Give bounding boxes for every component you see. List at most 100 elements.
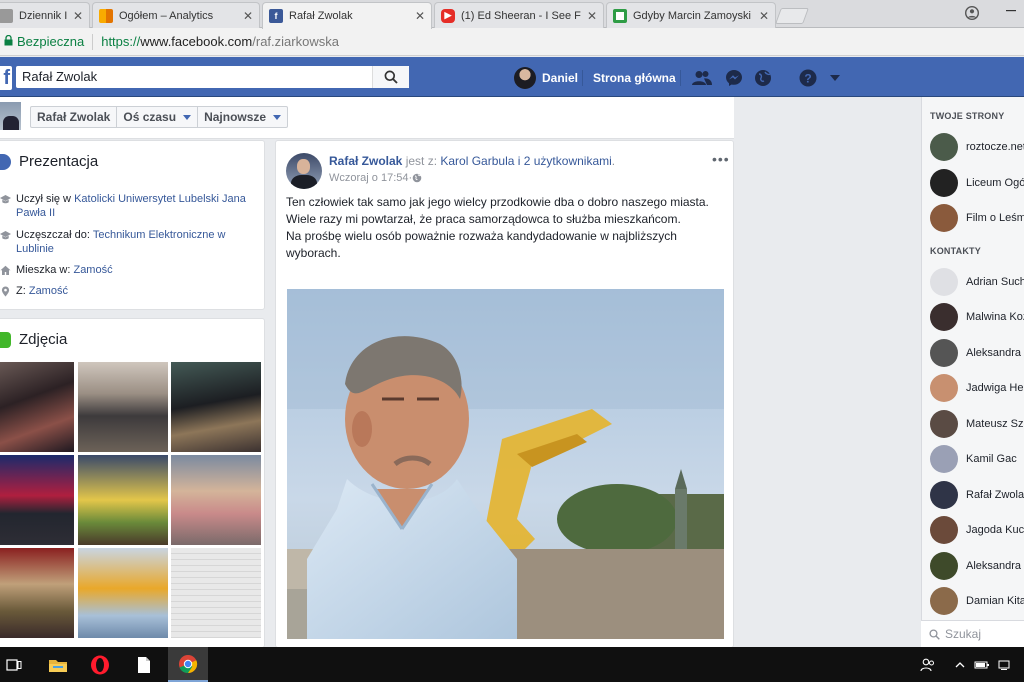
post-with-prefix: jest z: <box>402 154 441 168</box>
photo-thumbnail[interactable] <box>171 548 261 638</box>
contact-avatar <box>930 410 958 438</box>
facebook-top-bar: f Rafał Zwolak Daniel Strona główna ? <box>0 57 1024 97</box>
minimize-icon[interactable] <box>1005 3 1024 21</box>
network-icon[interactable] <box>985 647 1024 682</box>
account-icon[interactable] <box>964 5 980 21</box>
contact-item[interactable]: Damian Kita <box>930 586 1024 616</box>
close-icon[interactable]: ✕ <box>759 9 769 23</box>
post-author-link[interactable]: Rafał Zwolak <box>329 154 402 168</box>
post-tagged-link[interactable]: Karol Garbula i 2 użytkownikami <box>440 154 611 168</box>
sheet-icon <box>613 8 627 23</box>
city-link[interactable]: Zamość <box>29 285 68 297</box>
intro-from: Z: Zamość <box>0 284 250 298</box>
new-tab-button[interactable] <box>775 8 809 24</box>
tab-gdyby[interactable]: Gdyby Marcin Zamoyski ✕ <box>606 2 776 28</box>
contact-name: Kamil Gac <box>966 453 1017 465</box>
page-item[interactable]: Liceum Ogól <box>930 168 1024 198</box>
close-icon[interactable]: ✕ <box>73 9 83 23</box>
intro-lives-in: Mieszka w: Zamość <box>0 263 250 277</box>
close-icon[interactable]: ✕ <box>243 9 253 23</box>
sort-dropdown[interactable]: Najnowsze <box>198 107 287 127</box>
contact-item[interactable]: Jadwiga Her <box>930 373 1024 403</box>
file-explorer-icon[interactable] <box>38 647 78 682</box>
page-icon <box>0 8 13 23</box>
contact-item[interactable]: Jagoda Kucl <box>930 515 1024 545</box>
search-input[interactable]: Rafał Zwolak <box>16 66 409 88</box>
tab-youtube[interactable]: ▶ (1) Ed Sheeran - I See Fir ✕ <box>434 2 604 28</box>
contact-item[interactable]: Aleksandra <box>930 338 1021 368</box>
photo-thumbnail[interactable] <box>78 362 168 452</box>
intro-prefix: Uczył się w <box>16 193 75 205</box>
contact-avatar <box>930 374 958 402</box>
url-path: /raf.ziarkowska <box>252 34 339 49</box>
intro-card: Prezentacja Uczył się w Katolicki Uniwer… <box>0 140 265 310</box>
tab-title: (1) Ed Sheeran - I See Fir <box>461 9 581 22</box>
opera-browser-icon[interactable] <box>80 647 120 682</box>
post-options-button[interactable]: ••• <box>712 151 730 167</box>
tab-title: Gdyby Marcin Zamoyski <box>633 9 751 22</box>
friend-requests-icon[interactable] <box>692 68 712 88</box>
profile-thumbnail[interactable] <box>0 102 21 130</box>
photo-thumbnail[interactable] <box>0 362 74 452</box>
intro-prefix: Mieszka w: <box>16 264 74 276</box>
photo-thumbnail[interactable] <box>78 548 168 638</box>
intro-prefix: Uczęszczał do: <box>16 229 93 241</box>
contact-name: Jagoda Kucl <box>966 524 1024 536</box>
photo-thumbnail[interactable] <box>78 455 168 545</box>
timeline-dropdown[interactable]: Oś czasu <box>117 107 199 127</box>
photo-thumbnail[interactable] <box>171 362 261 452</box>
contact-item[interactable]: Mateusz Szu <box>930 409 1024 439</box>
post-author-avatar[interactable] <box>286 153 322 189</box>
task-view-icon[interactable] <box>0 647 34 682</box>
post-timestamp[interactable]: Wczoraj o 17:54 · <box>329 172 422 184</box>
address-bar[interactable]: Bezpieczna https://www.facebook.com/raf.… <box>0 28 1024 56</box>
close-icon[interactable]: ✕ <box>587 9 597 23</box>
timestamp-text: Wczoraj o 17:54 <box>329 172 409 184</box>
url-text[interactable]: https://www.facebook.com/raf.ziarkowska <box>101 34 339 49</box>
url-host: www.facebook.com <box>140 34 253 49</box>
chrome-browser-icon[interactable] <box>168 647 208 682</box>
facebook-logo-icon[interactable]: f <box>0 66 12 90</box>
sort-dropdown-label: Najnowsze <box>204 110 267 124</box>
contact-item[interactable]: Kamil Gac <box>930 444 1017 474</box>
intro-text: Z: Zamość <box>16 284 68 298</box>
photos-card: Zdjęcia <box>0 318 265 648</box>
timeline-dropdown-label: Oś czasu <box>123 110 177 124</box>
contact-item[interactable]: Malwina Koz <box>930 302 1024 332</box>
intro-prefix: Z: <box>16 285 29 297</box>
profile-name-button[interactable]: Rafał Zwolak <box>31 107 118 127</box>
account-menu-chevron-icon[interactable] <box>825 68 845 88</box>
chat-search-input[interactable]: Szukaj <box>921 620 1024 647</box>
search-icon <box>929 628 940 640</box>
intro-education: Uczył się w Katolicki Uniwersytet Lubels… <box>0 192 250 220</box>
city-link[interactable]: Zamość <box>73 264 112 276</box>
help-icon[interactable]: ? <box>798 68 818 88</box>
document-icon[interactable] <box>124 647 164 682</box>
post-photo[interactable] <box>287 289 724 639</box>
page-item[interactable]: Film o Leśmi <box>930 203 1024 233</box>
photos-header: Zdjęcia <box>0 331 67 348</box>
photo-thumbnail[interactable] <box>0 548 74 638</box>
search-button[interactable] <box>372 66 409 88</box>
tab-dziennik[interactable]: Dziennik Inte ✕ <box>0 2 90 28</box>
page-item[interactable]: roztocze.net <box>930 132 1024 162</box>
contact-item[interactable]: Rafał Zwola <box>930 480 1024 510</box>
contact-avatar <box>930 552 958 580</box>
contact-name: Adrian Such <box>966 276 1024 288</box>
close-icon[interactable]: ✕ <box>415 9 425 23</box>
contact-item[interactable]: Aleksandra <box>930 551 1021 581</box>
svg-text:?: ? <box>804 72 811 86</box>
tab-analytics[interactable]: Ogółem – Analytics ✕ <box>92 2 260 28</box>
audience-globe-icon[interactable] <box>412 173 422 183</box>
contact-avatar <box>930 481 958 509</box>
nav-home-link[interactable]: Strona główna <box>593 71 676 85</box>
notifications-globe-icon[interactable] <box>753 68 773 88</box>
contact-avatar <box>930 516 958 544</box>
photo-thumbnail[interactable] <box>0 455 74 545</box>
nav-profile-link[interactable]: Daniel <box>514 67 578 89</box>
messenger-icon[interactable] <box>724 68 744 88</box>
contact-item[interactable]: Adrian Such <box>930 267 1024 297</box>
post-photo-image <box>287 289 724 639</box>
tab-facebook[interactable]: f Rafał Zwolak ✕ <box>262 2 432 29</box>
photo-thumbnail[interactable] <box>171 455 261 545</box>
